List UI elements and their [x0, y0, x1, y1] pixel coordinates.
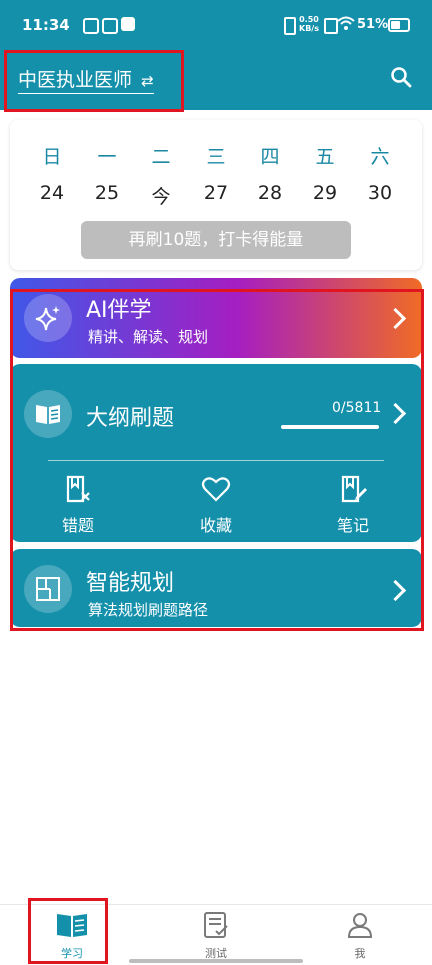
calendar-day-today[interactable]: 今 — [141, 182, 181, 209]
notification-icon — [83, 18, 99, 34]
status-bar: 11:34 0.50 KB/s 51% — [0, 0, 432, 50]
tiktok-icon — [121, 17, 135, 31]
person-icon — [347, 913, 373, 938]
weekday-label: 二 — [151, 146, 171, 168]
weekday-label: 六 — [370, 146, 390, 168]
wifi-icon — [337, 16, 355, 30]
nav-tab-test[interactable]: 测试 — [186, 907, 246, 963]
status-time: 11:34 — [22, 16, 70, 34]
net-speed: 0.50 KB/s — [299, 15, 319, 33]
nav-label: 我 — [354, 947, 366, 960]
net-speed-unit: KB/s — [299, 24, 319, 33]
highlight-box-nav — [28, 898, 108, 964]
calendar-day[interactable]: 24 — [32, 182, 72, 204]
battery-percent: 51% — [357, 17, 389, 32]
weekday-label: 日 — [42, 146, 62, 168]
vibrate-icon — [284, 17, 296, 35]
calendar-day[interactable]: 29 — [305, 182, 345, 204]
weekday-label: 三 — [206, 146, 226, 168]
nav-tab-me[interactable]: 我 — [330, 907, 390, 963]
highlight-box-cards — [10, 289, 424, 631]
net-speed-value: 0.50 — [299, 15, 319, 24]
calendar-day[interactable]: 28 — [250, 182, 290, 204]
notification-icon — [102, 18, 118, 34]
exam-icon — [204, 912, 228, 938]
weekday-label: 五 — [315, 146, 335, 168]
calendar-day[interactable]: 30 — [360, 182, 400, 204]
calendar-day[interactable]: 25 — [87, 182, 127, 204]
battery-icon — [388, 18, 410, 32]
search-icon[interactable] — [390, 66, 412, 88]
weekday-label: 四 — [260, 146, 280, 168]
checkin-button[interactable]: 再刷10题，打卡得能量 — [81, 221, 351, 259]
highlight-box-title — [4, 50, 184, 112]
calendar-day[interactable]: 27 — [196, 182, 236, 204]
home-indicator — [129, 959, 303, 963]
weekday-label: 一 — [97, 146, 117, 168]
sim-x-icon — [324, 18, 338, 34]
